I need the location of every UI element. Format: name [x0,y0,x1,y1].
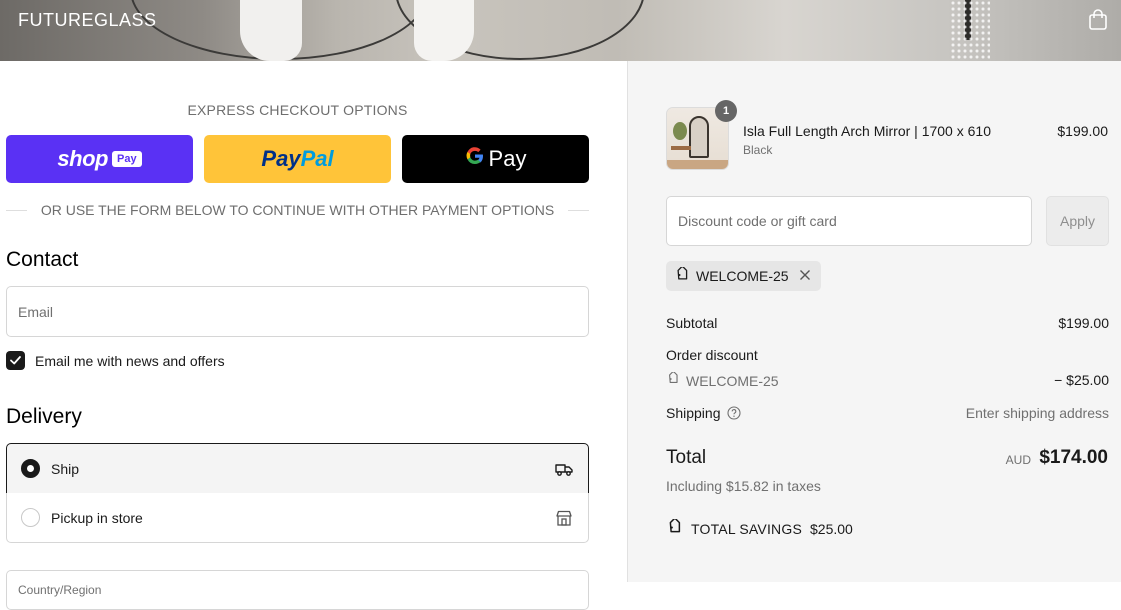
divider-line [568,209,589,211]
subtotal-value: $199.00 [1058,315,1109,331]
subtotal-label: Subtotal [666,315,718,331]
shop-pay-word: shop [57,146,108,171]
google-pay-word: Pay [488,146,527,171]
product-price: $199.00 [1057,123,1108,139]
checkmark-icon [10,356,21,365]
tag-icon [666,370,680,389]
hero-shower-decoration [950,0,990,61]
paypal-button[interactable]: Pay Pal [204,135,391,183]
discount-line-row: WELCOME-25 − $25.00 [666,370,1109,389]
email-placeholder: Email [18,303,54,320]
pickup-label: Pickup in store [51,509,143,526]
country-region-label: Country/Region [18,583,102,597]
ship-radio[interactable] [21,459,40,478]
discount-code-input[interactable]: Discount code or gift card [666,196,1032,246]
close-icon[interactable] [799,268,811,284]
hero-banner: FUTUREGLASS [0,0,1121,61]
quantity-badge: 1 [715,100,737,122]
product-name: Isla Full Length Arch Mirror | 1700 x 61… [743,123,991,139]
savings-label: TOTAL SAVINGS [691,521,802,537]
express-checkout-title: EXPRESS CHECKOUT OPTIONS [187,102,408,118]
newsletter-checkbox[interactable] [6,351,25,370]
applied-discount-code: WELCOME-25 [696,268,789,284]
google-pay-button[interactable]: Pay [402,135,589,183]
shop-pay-badge: Pay [111,151,142,167]
country-region-select[interactable]: Country/Region [6,570,589,610]
discount-placeholder: Discount code or gift card [678,213,837,229]
paypal-word-pal: Pal [300,146,334,171]
shipping-label: Shipping [666,405,721,421]
apply-discount-button[interactable]: Apply [1046,196,1109,246]
total-label: Total [666,447,707,468]
delivery-option-ship[interactable]: Ship [6,443,589,494]
delivery-heading: Delivery [6,405,82,428]
savings-tag-icon [666,517,683,539]
divider-line [6,209,27,211]
brand-logo[interactable]: FUTUREGLASS [18,10,157,31]
order-discount-label: Order discount [666,347,758,363]
truck-icon [554,459,574,479]
product-variant: Black [743,143,773,157]
google-g-icon [465,146,485,172]
store-icon [554,508,574,528]
paypal-word-pay: Pay [261,146,301,171]
order-discount-row: Order discount [666,347,1109,363]
help-icon[interactable] [726,406,741,420]
shopping-bag-icon[interactable] [1087,9,1109,31]
total-value: $174.00 [1039,447,1108,468]
hero-towel-decoration [240,0,302,61]
hero-towel-decoration [414,0,474,61]
newsletter-label: Email me with news and offers [35,352,225,369]
total-currency: AUD [1005,453,1031,467]
shipping-row: Shipping Enter shipping address [666,405,1109,421]
newsletter-option[interactable]: Email me with news and offers [6,351,225,370]
subtotal-row: Subtotal $199.00 [666,315,1109,331]
taxes-note: Including $15.82 in taxes [666,478,821,494]
express-divider: OR USE THE FORM BELOW TO CONTINUE WITH O… [6,201,589,219]
ship-label: Ship [51,460,80,477]
checkout-form: EXPRESS CHECKOUT OPTIONS shop Pay Pay Pal… [0,61,627,610]
delivery-option-pickup[interactable]: Pickup in store [6,493,589,543]
divider-text: OR USE THE FORM BELOW TO CONTINUE WITH O… [40,202,555,218]
tag-icon [674,265,690,286]
pickup-radio[interactable] [21,508,40,527]
email-field[interactable]: Email [6,286,589,337]
shipping-value: Enter shipping address [965,405,1109,421]
shop-pay-button[interactable]: shop Pay [6,135,193,183]
contact-heading: Contact [6,248,79,271]
discount-code-label: WELCOME-25 [686,372,779,389]
order-summary: 1 Isla Full Length Arch Mirror | 1700 x … [627,61,1121,582]
applied-discount-chip: WELCOME-25 [666,261,821,291]
savings-value: $25.00 [810,521,853,537]
total-savings: TOTAL SAVINGS $25.00 [666,517,853,539]
discount-value: − $25.00 [1054,372,1109,388]
